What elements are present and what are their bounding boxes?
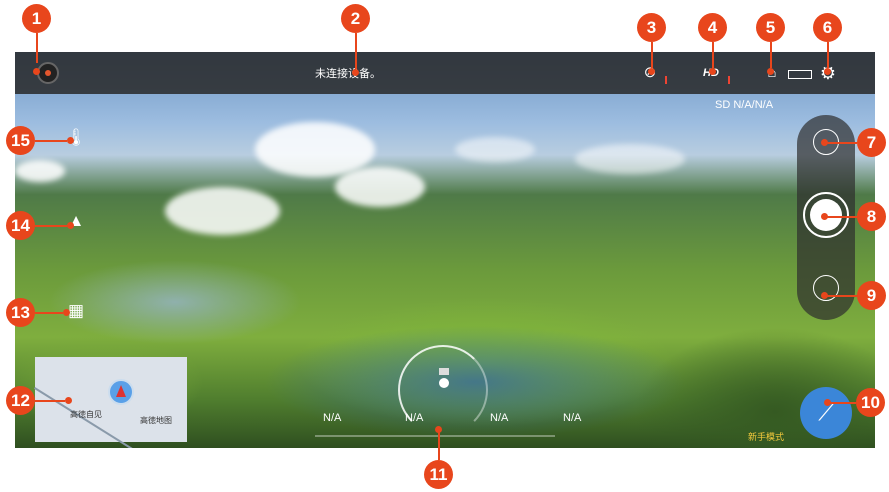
top-status-bar: 未连接设备。 ⊘ HD ⌂ ⚙ [15, 52, 875, 94]
callout-badge: 8 [857, 202, 886, 231]
callout-badge: 14 [6, 211, 35, 240]
callout-dot [435, 426, 442, 433]
callout-badge: 1 [22, 4, 51, 33]
callout-dot [65, 397, 72, 404]
callout-badge: 11 [424, 460, 453, 489]
callout-line [355, 33, 357, 69]
telemetry-value: N/A [490, 412, 509, 424]
cloud [575, 144, 685, 174]
callout-line [651, 42, 653, 68]
signal-bar [728, 76, 730, 84]
drone-icon [439, 368, 449, 388]
telemetry-value: N/A [323, 412, 342, 424]
flight-mode-label: 新手模式 [748, 432, 785, 442]
signal-bar [665, 76, 667, 84]
camera-view: 未连接设备。 ⊘ HD ⌂ ⚙ SD N/A/N/A 🌡 ▲ ▦ ⟋ 高徳自见 … [15, 52, 875, 448]
callout-dot [821, 139, 828, 146]
map-label-right: 高徳地图 [140, 416, 172, 425]
callout-line [36, 33, 38, 63]
callout-badge: 9 [857, 281, 886, 310]
callout-badge: 3 [637, 13, 666, 42]
callout-dot [67, 137, 74, 144]
callout-line [35, 400, 65, 402]
record-icon[interactable] [37, 62, 59, 84]
callout-dot [648, 68, 655, 75]
callout-dot [767, 68, 774, 75]
callout-badge: 4 [698, 13, 727, 42]
aircraft-marker [108, 379, 134, 405]
callout-dot [33, 68, 40, 75]
callout-badge: 7 [857, 128, 886, 157]
callout-dot [352, 69, 359, 76]
callout-dot [821, 292, 828, 299]
connection-status: 未连接设备。 [315, 68, 381, 80]
callout-line [827, 42, 829, 68]
callout-badge: 6 [813, 13, 842, 42]
cloud [335, 167, 425, 207]
telemetry-bar [315, 435, 555, 437]
callout-badge: 13 [6, 298, 35, 327]
cloud [165, 187, 280, 235]
callout-badge: 2 [341, 4, 370, 33]
callout-line [770, 42, 772, 68]
callout-line [825, 142, 857, 144]
callout-dot [709, 68, 716, 75]
callout-line [825, 295, 857, 297]
callout-dot [67, 222, 74, 229]
callout-line [35, 140, 67, 142]
callout-dot [821, 213, 828, 220]
callout-line [438, 430, 440, 460]
telemetry-value: N/A [563, 412, 582, 424]
callout-badge: 10 [856, 388, 885, 417]
callout-dot [824, 399, 831, 406]
callout-badge: 15 [6, 126, 35, 155]
wand-icon[interactable]: ⟋ [800, 387, 852, 439]
cloud [455, 137, 535, 162]
callout-line [35, 312, 63, 314]
callout-dot [63, 309, 70, 316]
cloud [15, 160, 65, 182]
callout-dot [824, 68, 831, 75]
callout-badge: 12 [6, 386, 35, 415]
callout-line [825, 216, 857, 218]
sd-card-status: SD N/A/N/A [715, 99, 774, 111]
map-label-left: 高徳自见 [70, 410, 102, 419]
callout-line [828, 402, 856, 404]
callout-badge: 5 [756, 13, 785, 42]
callout-line [712, 42, 714, 68]
telemetry-value: N/A [405, 412, 424, 424]
callout-line [35, 225, 67, 227]
battery-icon [788, 70, 812, 79]
